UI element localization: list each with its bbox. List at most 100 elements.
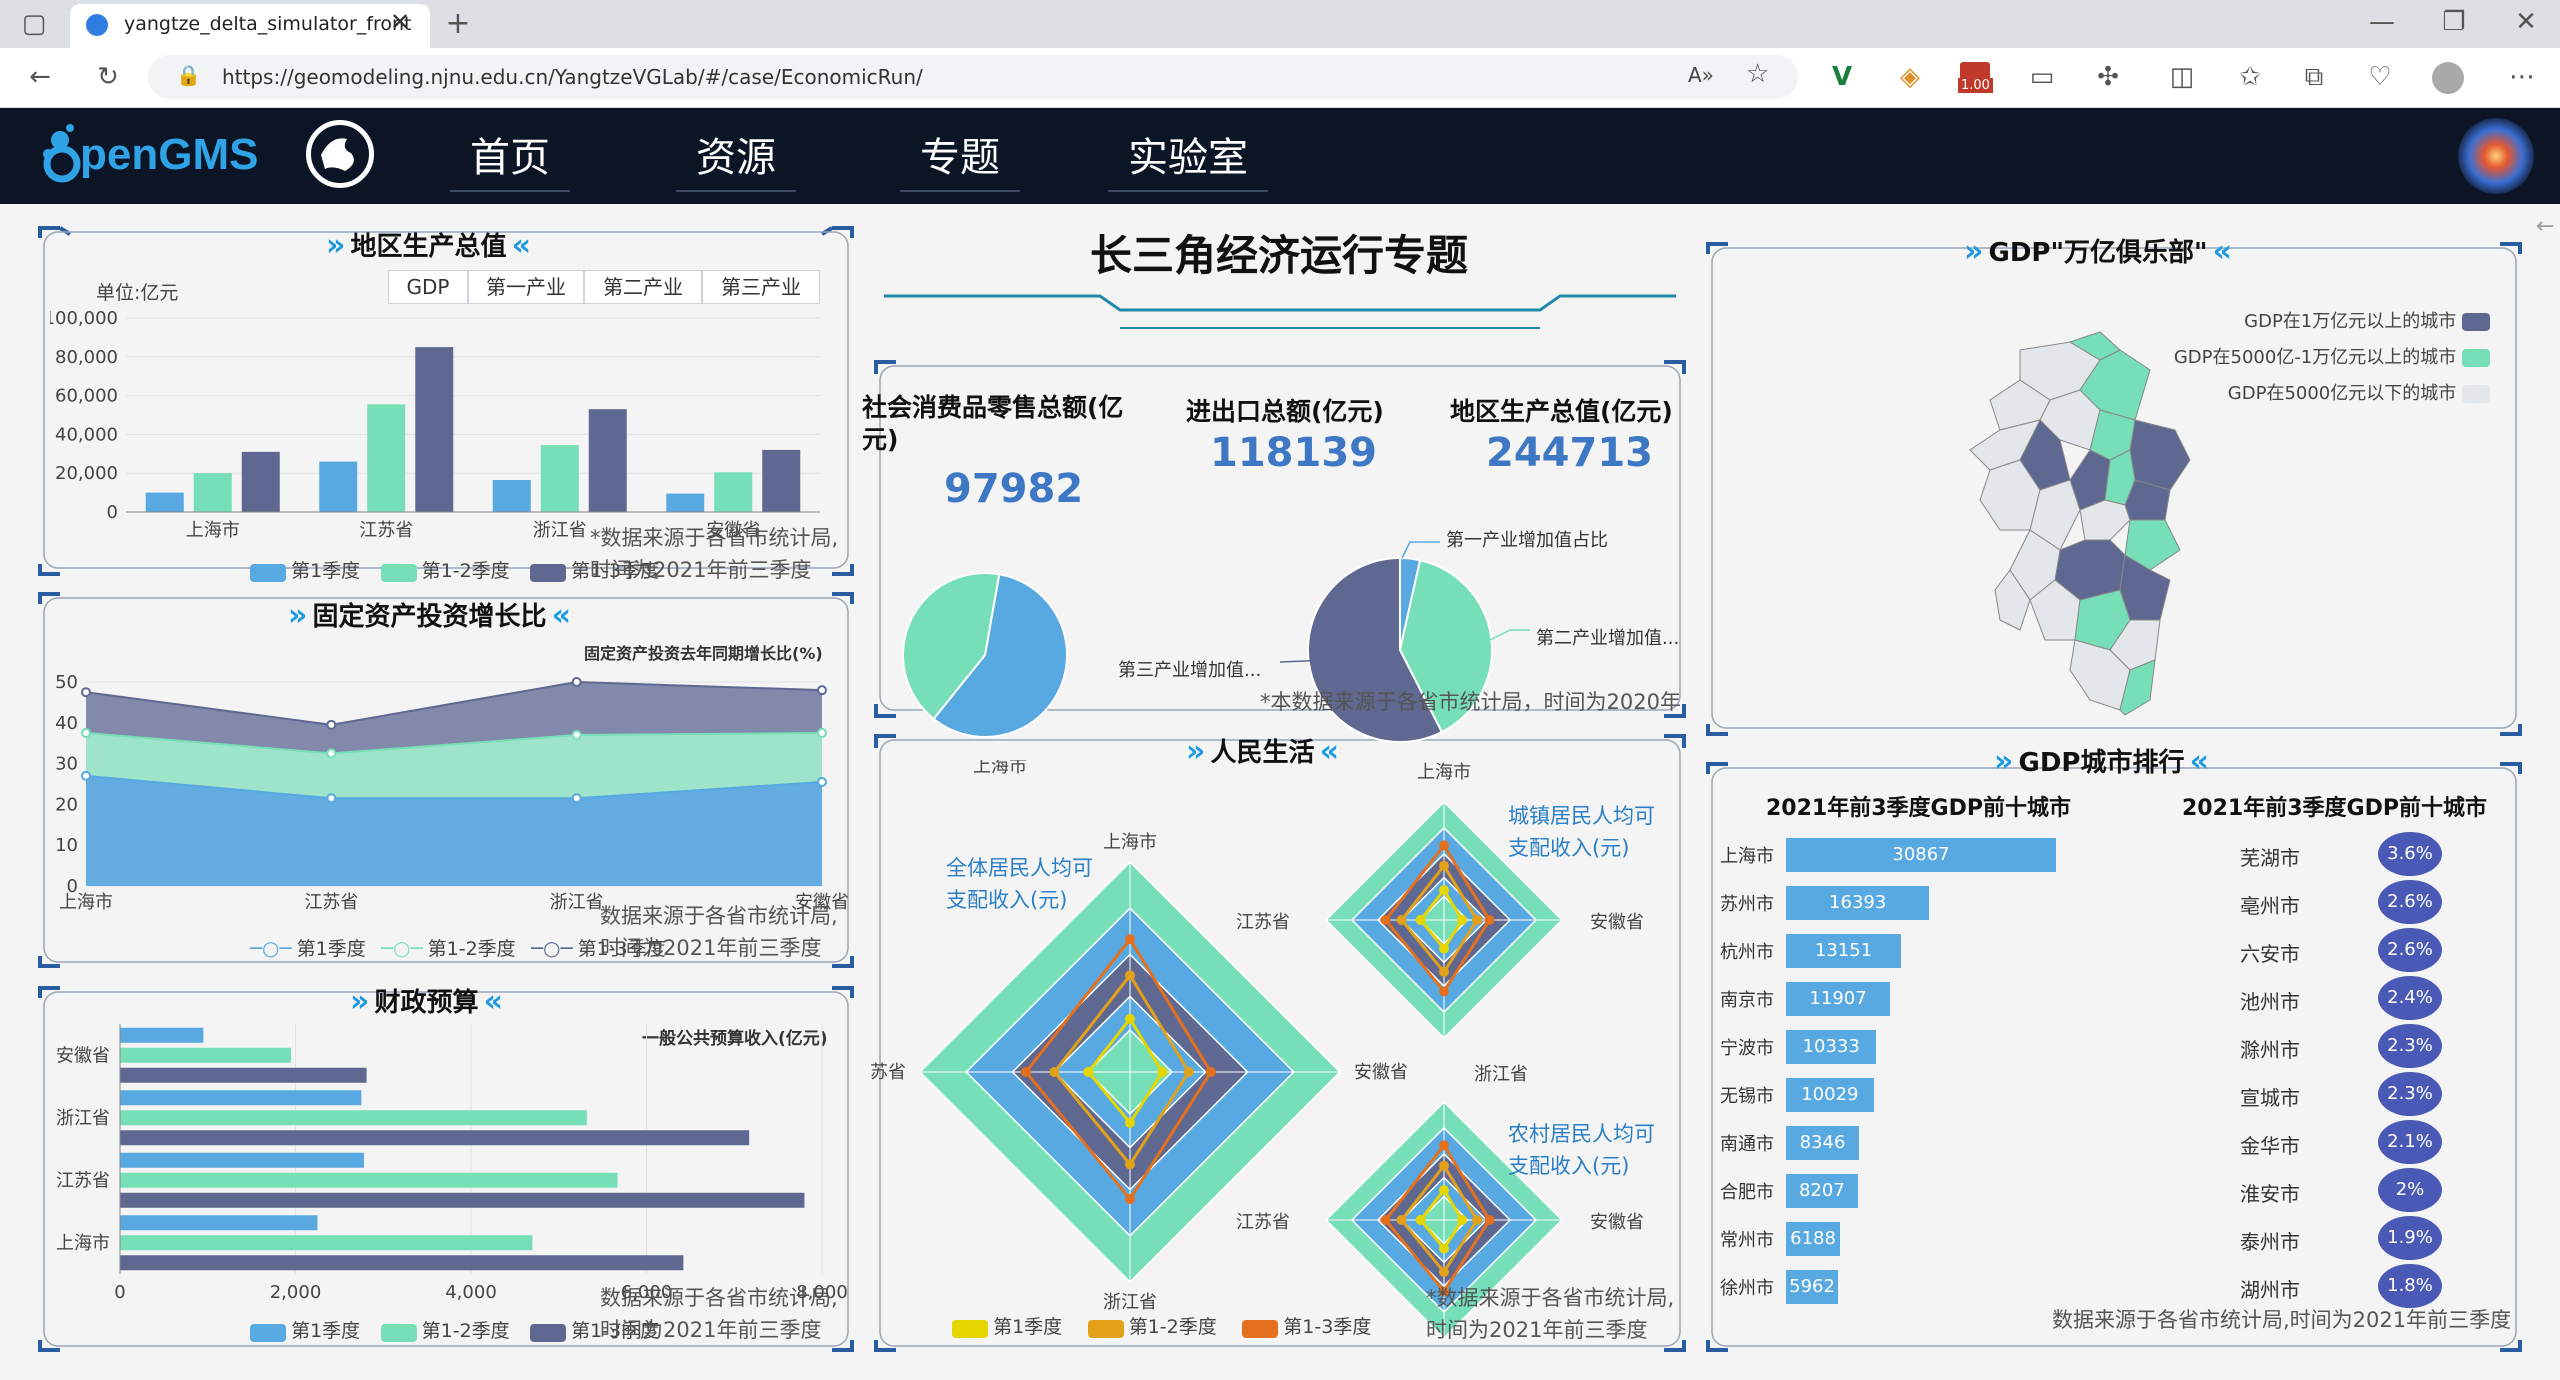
radar-axis-label: 安徽省 — [1354, 1062, 1408, 1083]
extension-shield-icon[interactable]: ◈ — [1888, 55, 1932, 99]
radar-axis-label: 上海市 — [1417, 762, 1471, 783]
radar-point — [1439, 1243, 1449, 1254]
window-close-icon[interactable]: ✕ — [2504, 0, 2548, 44]
bar — [120, 1172, 618, 1188]
tab-gdp[interactable]: GDP — [388, 270, 468, 304]
bar — [193, 473, 232, 512]
tab-primary-industry[interactable]: 第一产业 — [468, 270, 584, 304]
rank-city-name: 上海市 — [1720, 846, 1774, 867]
maximize-icon[interactable]: ❐ — [2432, 0, 2476, 44]
radar-point — [1439, 1140, 1449, 1151]
radar-point — [1439, 840, 1449, 851]
radar-axis-label: 江苏省 — [1236, 912, 1290, 933]
radar-point — [1083, 1067, 1094, 1077]
browser-tab[interactable]: yangtze_delta_simulator_front ✕ — [70, 4, 430, 48]
tab-secondary-industry[interactable]: 第二产业 — [584, 270, 702, 304]
y-tick-label: 浙江省 — [56, 1108, 110, 1129]
minimize-icon[interactable]: — — [2360, 0, 2404, 44]
y-tick-label: 上海市 — [56, 1233, 110, 1254]
rank-city-name: 苏州市 — [1720, 894, 1774, 915]
radar-all-title: 全体居民人均可 支配收入(元) — [946, 856, 1093, 912]
radar-axis-label: 安徽省 — [1590, 912, 1644, 933]
extension-badge-icon[interactable]: 1.00 — [1958, 62, 1996, 96]
chevron-right-icon: » — [288, 598, 308, 633]
legend-swatch — [530, 1323, 567, 1342]
radar-point — [1457, 1215, 1468, 1225]
back-icon[interactable]: ← — [18, 55, 62, 99]
nav-home[interactable]: 首页 — [450, 128, 570, 192]
budget-panel-title: » 财政预算 « — [350, 984, 503, 1019]
growth-city-name: 滁州市 — [2240, 1038, 2300, 1062]
tab-close-icon[interactable]: ✕ — [390, 8, 410, 36]
life-source-note: *数据来源于各省市统计局, 时间为2021年前三季度 — [1426, 1286, 1675, 1342]
legend-line-icon: ─○─ — [250, 936, 292, 960]
rank-row: 苏州市 16393 — [1712, 878, 2232, 926]
rank-bar: 6188 — [1786, 1222, 1841, 1256]
refresh-icon[interactable]: ↻ — [86, 55, 130, 99]
pie-label-secondary: 第二产业增加值... — [1536, 628, 1680, 649]
growth-city-name: 亳州市 — [2240, 894, 2300, 918]
yangtze-delta-map — [1969, 331, 2191, 716]
site-favicon-icon — [86, 14, 108, 36]
invest-panel-title: » 固定资产投资增长比 « — [288, 598, 571, 633]
url-field[interactable]: 🔒 https://geomodeling.njnu.edu.cn/Yangtz… — [148, 55, 1798, 99]
bar — [319, 461, 358, 512]
favorite-star-icon[interactable]: ☆ — [1746, 59, 1769, 89]
rank-bar-value: 8207 — [1798, 1180, 1845, 1201]
profile-avatar[interactable] — [2432, 62, 2464, 94]
data-point — [81, 728, 91, 738]
opengms-logo[interactable]: penGMS — [40, 118, 270, 198]
y-tick-label: 40 — [55, 713, 78, 734]
bar — [120, 1067, 367, 1083]
radar-point — [1439, 966, 1449, 977]
favorites-icon[interactable]: ✩ — [2228, 55, 2272, 99]
y-tick-label: 10 — [55, 835, 78, 856]
growth-badge: 3.6% — [2378, 832, 2442, 876]
extension-v-icon[interactable]: V — [1820, 55, 1864, 99]
tab-tertiary-industry[interactable]: 第三产业 — [702, 270, 820, 304]
radar-point — [1125, 970, 1135, 981]
nav-resources[interactable]: 资源 — [676, 128, 796, 192]
radar-axis-label: 安徽省 — [1590, 1212, 1644, 1233]
extension-page-icon[interactable]: ▭ — [2020, 55, 2064, 99]
radar-point — [1472, 1215, 1483, 1225]
extensions-puzzle-icon[interactable]: ✣ — [2086, 55, 2130, 99]
radar-point — [1396, 915, 1407, 925]
rank-city-name: 徐州市 — [1720, 1278, 1774, 1299]
radar-axis-label: 上海市 — [1103, 832, 1157, 853]
chevron-left-icon: « — [2189, 744, 2209, 779]
split-screen-icon[interactable]: ◫ — [2160, 55, 2204, 99]
chevron-right-icon: » — [350, 984, 370, 1019]
rank-bar-value: 30867 — [1892, 844, 1950, 865]
rank-bar-value: 5962 — [1789, 1276, 1835, 1297]
kpi-retail-label: 社会消费品零售总额(亿元) — [862, 393, 1124, 454]
nav-topics[interactable]: 专题 — [900, 128, 1020, 192]
pie-label-tertiary: 第三产业增加值... — [1118, 660, 1262, 681]
chevron-right-icon: » — [1964, 234, 1984, 269]
collections-icon[interactable]: ⧉ — [2292, 55, 2336, 99]
bar — [415, 347, 454, 512]
growth-row: 宣城市 2.3% — [2220, 1070, 2520, 1118]
browser-essentials-icon[interactable]: ♡ — [2358, 55, 2402, 99]
rank-row: 上海市 30867 — [1712, 830, 2232, 878]
radar-point — [1439, 860, 1449, 871]
tab-actions-icon[interactable]: ▢ — [12, 2, 56, 46]
more-menu-icon[interactable]: ⋯ — [2500, 55, 2544, 99]
user-avatar[interactable] — [2458, 118, 2534, 194]
rank-bar: 10333 — [1786, 1030, 1877, 1064]
rank-bar-value: 16393 — [1829, 892, 1887, 913]
bar — [120, 1130, 750, 1146]
radar-point — [1439, 986, 1449, 997]
x-tick-label: 0 — [114, 1282, 125, 1303]
bar — [120, 1047, 292, 1063]
kpi-trade-label: 进出口总额(亿元) — [1186, 397, 1384, 426]
radar-point — [1439, 1160, 1449, 1171]
read-aloud-icon[interactable]: A» — [1688, 63, 1714, 87]
legend-line-icon: ─○─ — [530, 936, 573, 960]
nav-lab[interactable]: 实验室 — [1108, 128, 1268, 192]
radar-point — [1439, 1266, 1449, 1277]
new-tab-icon[interactable]: + — [436, 2, 480, 46]
radar-axis-label: 浙江省 — [1103, 1292, 1157, 1313]
data-point — [326, 719, 337, 730]
rank-bar-value: 8346 — [1799, 1132, 1846, 1153]
